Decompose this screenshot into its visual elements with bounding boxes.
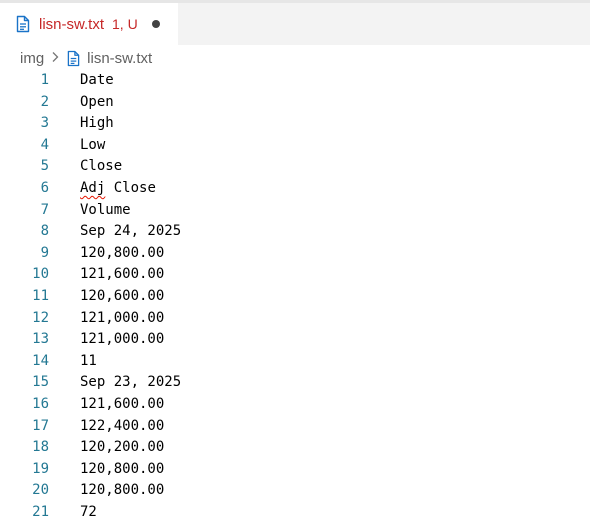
editor-line[interactable]: 1 Date [0, 70, 590, 92]
line-text: Low [80, 136, 106, 153]
editor-line[interactable]: 10 121,600.00 [0, 264, 590, 286]
line-number: 6 [40, 180, 49, 196]
line-text: 121,000.00 [80, 331, 165, 348]
line-text: 120,800.00 [80, 482, 165, 499]
breadcrumb: img lisn-sw.txt [0, 45, 590, 71]
line-text: 120,600.00 [80, 288, 165, 304]
line-number: 7 [40, 201, 49, 218]
line-text: 120,800.00 [80, 460, 165, 477]
line-number: 21 [32, 504, 49, 520]
editor-line[interactable]: 19 120,800.00 [0, 459, 590, 481]
editor-line[interactable]: 7 Volume [0, 200, 590, 222]
line-text: 11 [80, 352, 97, 369]
line-number: 3 [40, 115, 49, 132]
line-text: 120,800.00 [80, 244, 165, 261]
line-number: 10 [32, 266, 49, 283]
tab-problem-status: 1, U [112, 16, 138, 32]
editor-line[interactable]: 11 120,600.00 [0, 286, 590, 308]
line-text: Adj Close [80, 178, 156, 200]
line-text: Sep 23, 2025 [80, 374, 182, 391]
editor-line[interactable]: 9 120,800.00 [0, 243, 590, 265]
chevron-right-icon [51, 50, 59, 66]
line-number: 16 [32, 396, 49, 412]
line-number: 2 [40, 93, 49, 110]
line-text: 122,400.00 [80, 417, 165, 434]
line-number: 13 [32, 331, 49, 348]
editor-line[interactable]: 13 121,000.00 [0, 329, 590, 351]
line-number: 12 [32, 309, 49, 326]
line-text: 121,600.00 [80, 396, 165, 412]
editor-line[interactable]: 21 72 [0, 502, 590, 524]
line-number: 4 [40, 136, 49, 153]
line-number: 17 [32, 417, 49, 434]
editor-line[interactable]: 5 Close [0, 156, 590, 178]
line-number: 5 [40, 158, 49, 175]
tab-bar: lisn-sw.txt 1, U [0, 3, 590, 45]
file-icon [67, 50, 80, 67]
editor-line[interactable]: 12 121,000.00 [0, 308, 590, 330]
line-text: Date [80, 72, 114, 88]
line-text-rest: Close [105, 180, 156, 196]
editor-line[interactable]: 15 Sep 23, 2025 [0, 372, 590, 394]
line-number: 19 [32, 460, 49, 477]
editor-line[interactable]: 4 Low [0, 135, 590, 157]
editor-line[interactable]: 2 Open [0, 92, 590, 114]
line-text: 121,600.00 [80, 266, 165, 283]
breadcrumb-folder[interactable]: img [20, 50, 44, 67]
editor-line[interactable]: 20 120,800.00 [0, 480, 590, 502]
line-number: 9 [40, 244, 49, 261]
line-number: 20 [32, 482, 49, 499]
line-text: Sep 24, 2025 [80, 223, 182, 240]
editor-line[interactable]: 17 122,400.00 [0, 416, 590, 438]
line-text: Open [80, 93, 114, 110]
line-number: 15 [32, 374, 49, 391]
editor-line[interactable]: 3 High [0, 113, 590, 135]
unsaved-dot-icon[interactable] [151, 20, 160, 28]
line-text: 121,000.00 [80, 309, 165, 326]
line-number: 18 [32, 439, 49, 456]
editor-line[interactable]: 14 11 [0, 351, 590, 373]
line-number: 8 [40, 223, 49, 240]
tab-filename: lisn-sw.txt [39, 15, 105, 33]
line-text: Volume [80, 201, 131, 218]
file-icon [16, 15, 30, 33]
editor-line[interactable]: 18 120,200.00 [0, 437, 590, 459]
line-text: 120,200.00 [80, 439, 165, 456]
spelling-error-squiggle[interactable]: Adj [80, 180, 105, 196]
editor-line[interactable]: 16 121,600.00 [0, 394, 590, 416]
editor-line[interactable]: 6 Adj Close [0, 178, 590, 200]
breadcrumb-file[interactable]: lisn-sw.txt [87, 50, 152, 67]
line-text: High [80, 115, 114, 132]
line-number: 1 [40, 72, 49, 88]
line-number: 14 [32, 352, 49, 369]
editor-line[interactable]: 8 Sep 24, 2025 [0, 221, 590, 243]
line-text: 72 [80, 504, 97, 520]
editor[interactable]: 1 Date 2 Open 3 High 4 Low 5 Close 6 Adj… [0, 70, 590, 526]
line-number: 11 [32, 288, 49, 304]
tab-lisn-sw[interactable]: lisn-sw.txt 1, U [0, 3, 178, 45]
line-text: Close [80, 158, 123, 175]
